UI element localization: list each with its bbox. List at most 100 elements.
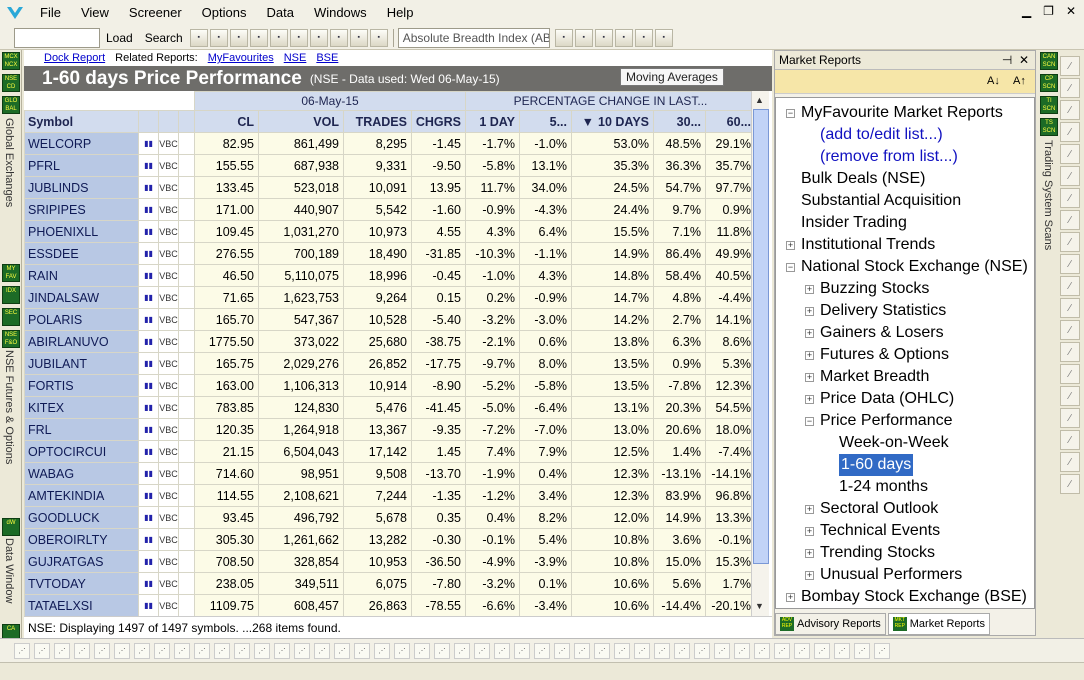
drawing-tool-28-icon[interactable]: ⋰ [574,642,590,659]
drawing-tool-20-icon[interactable]: ⋰ [414,642,430,659]
drawing-tool-32-icon[interactable]: ⋰ [654,642,670,659]
drawing-tool-27-icon[interactable]: ⋰ [554,642,570,659]
drawing-tool-17-icon[interactable]: ⋰ [354,642,370,659]
drawing-tool-34-icon[interactable]: ⋰ [694,642,710,659]
eraser-icon[interactable]: ∕ [1060,364,1080,384]
cursor-icon[interactable]: ▪ [189,28,208,47]
mini-chart-icon[interactable]: ▮▮ [138,242,159,265]
tree-expander-icon[interactable]: + [805,307,814,316]
mini-chart-icon[interactable]: ▮▮ [138,396,159,419]
ts-scan-button[interactable]: TS SCN [1040,118,1058,136]
data-window-button[interactable]: dW [2,518,20,536]
menu-help[interactable]: Help [377,0,424,26]
symbol-cell[interactable]: GOODLUCK [24,506,139,529]
table-row[interactable]: JUBILANT ▮▮ VBC 165.75 2,029,276 26,852 -17.75… [24,352,756,375]
wizard-icon[interactable]: ▪ [329,28,348,47]
compare-icon[interactable]: ▪ [654,28,673,47]
symbol-cell[interactable]: OPTOCIRCUI [24,440,139,463]
tree-item[interactable]: 1-60 days [839,454,914,476]
vbc-button[interactable]: VBC [158,308,179,331]
panel-close-icon[interactable]: ✕ [1019,53,1029,67]
mini-chart-icon[interactable]: ▮▮ [138,308,159,331]
arc-icon[interactable]: ∕ [1060,408,1080,428]
tag-icon[interactable]: ▪ [289,28,308,47]
chart-icon[interactable]: ▪ [309,28,328,47]
symbol-cell[interactable]: JINDALSAW [24,286,139,309]
tree-item[interactable]: Bulk Deals (NSE) [801,168,925,190]
table-row[interactable]: AMTEKINDIA ▮▮ VBC 114.55 2,108,621 7,244 -1.35… [24,484,756,507]
drawing-tool-3-icon[interactable]: ⋰ [74,642,90,659]
sec-button[interactable]: SEC [2,308,20,326]
ruler-icon[interactable]: ∕ [1060,342,1080,362]
menu-windows[interactable]: Windows [304,0,377,26]
table-row[interactable]: TATAELXSI ▮▮ VBC 1109.75 608,457 26,863 -78.55… [24,594,756,617]
box-icon[interactable]: ∕ [1060,232,1080,252]
table-row[interactable]: FORTIS ▮▮ VBC 163.00 1,106,313 10,914 -8.90 -5.… [24,374,756,397]
drawing-tool-11-icon[interactable]: ⋰ [234,642,250,659]
drawing-tool-7-icon[interactable]: ⋰ [154,642,170,659]
drawing-tool-42-icon[interactable]: ⋰ [854,642,870,659]
scroll-up-icon[interactable]: ▲ [755,95,764,105]
drawing-tool-4-icon[interactable]: ⋰ [94,642,110,659]
col-header-9[interactable]: 60... [705,110,756,133]
vbc-button[interactable]: VBC [158,264,179,287]
drawing-tool-26-icon[interactable]: ⋰ [534,642,550,659]
symbol-input[interactable] [14,27,100,48]
table-row[interactable]: WABAG ▮▮ VBC 714.60 98,951 9,508 -13.70 -1.9% 0.… [24,462,756,485]
zoom-icon[interactable]: ∕ [1060,452,1080,472]
wave-icon[interactable]: ∕ [1060,320,1080,340]
drawing-tool-29-icon[interactable]: ⋰ [594,642,610,659]
mini-chart-icon[interactable]: ▮▮ [138,132,159,155]
magnet-icon[interactable]: ∕ [1060,386,1080,406]
mini-chart-icon[interactable]: ▮▮ [138,484,159,507]
cursor-icon[interactable]: ∕ [1060,78,1080,98]
drawing-tool-2-icon[interactable]: ⋰ [54,642,70,659]
vbc-button[interactable]: VBC [158,374,179,397]
drawing-tool-40-icon[interactable]: ⋰ [814,642,830,659]
drawing-tool-15-icon[interactable]: ⋰ [314,642,330,659]
vbc-button[interactable]: VBC [158,440,179,463]
symbol-cell[interactable]: ABIRLANUVO [24,330,139,353]
symbol-cell[interactable]: GUJRATGAS [24,550,139,573]
drawing-tool-14-icon[interactable]: ⋰ [294,642,310,659]
drawing-tool-6-icon[interactable]: ⋰ [134,642,150,659]
sort-ascending-icon[interactable]: A↓ [987,75,1000,87]
tree-expander-icon[interactable]: − [805,417,814,426]
drawing-tool-41-icon[interactable]: ⋰ [834,642,850,659]
symbol-cell[interactable]: TATAELXSI [24,594,139,617]
vbc-button[interactable]: VBC [158,396,179,419]
mini-chart-icon[interactable]: ▮▮ [138,418,159,441]
menu-view[interactable]: View [71,0,119,26]
mini-chart-icon[interactable]: ▮▮ [138,374,159,397]
table-row[interactable]: GUJRATGAS ▮▮ VBC 708.50 328,854 10,953 -36.50-… [24,550,756,573]
channel-icon[interactable]: ∕ [1060,166,1080,186]
symbol-cell[interactable]: PHOENIXLL [24,220,139,243]
col-header-6[interactable]: 5... [519,110,572,133]
tab-advisory-reports[interactable]: ADV REP Advisory Reports [775,613,886,635]
table-row[interactable]: FRL ▮▮ VBC 120.35 1,264,918 13,367 -9.35 -7.2% -… [24,418,756,441]
drawing-tool-13-icon[interactable]: ⋰ [274,642,290,659]
drawing-tool-36-icon[interactable]: ⋰ [734,642,750,659]
col-header-5[interactable]: 1 DAY [465,110,520,133]
tree-expander-icon[interactable]: + [786,241,795,250]
chart-pattern-scan-button[interactable]: CP SCN [1040,74,1058,92]
mini-chart-icon[interactable]: ▮▮ [138,594,159,617]
symbol-cell[interactable]: OBEROIRLTY [24,528,139,551]
col-header-0[interactable]: Symbol [24,110,139,133]
bse-link[interactable]: BSE [316,52,338,64]
tree-expander-icon[interactable]: + [805,373,814,382]
mini-chart-icon[interactable]: ▮▮ [138,176,159,199]
fibo-icon[interactable]: ▪ [574,28,593,47]
global-button[interactable]: GLO BAL [2,96,20,114]
mini-chart-icon[interactable]: ▮▮ [138,220,159,243]
nse-fo-button[interactable]: NSE F&O [2,330,20,348]
candlestick-scan-button[interactable]: CAN SCN [1040,52,1058,70]
drawing-tool-10-icon[interactable]: ⋰ [214,642,230,659]
drawing-tool-0-icon[interactable]: ⋰ [14,642,30,659]
print-icon[interactable]: ▪ [229,28,248,47]
drawing-tool-31-icon[interactable]: ⋰ [634,642,650,659]
global-exchanges-tab[interactable]: Global Exchanges [3,118,15,207]
tree-item[interactable]: Bombay Stock Exchange (BSE) [801,586,1027,608]
tree-expander-icon[interactable]: + [805,351,814,360]
table-row[interactable]: RAIN ▮▮ VBC 46.50 5,110,075 18,996 -0.45 -1.0% 4… [24,264,756,287]
